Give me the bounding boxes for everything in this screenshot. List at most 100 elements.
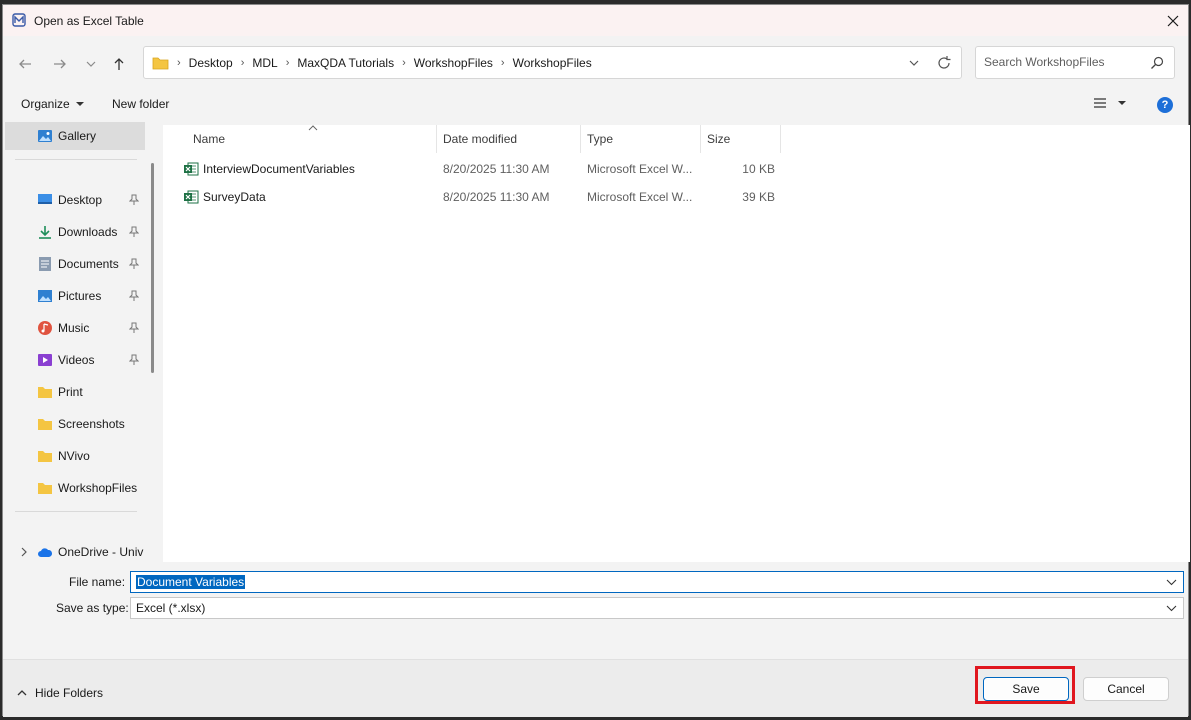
pin-icon[interactable] xyxy=(129,258,139,270)
search-icon[interactable] xyxy=(1150,56,1164,70)
nav-item-workshopfiles[interactable]: WorkshopFiles xyxy=(5,474,145,502)
nav-label: Desktop xyxy=(58,193,103,207)
file-date: 8/20/2025 11:30 AM xyxy=(443,162,550,176)
nav-scrollbar[interactable] xyxy=(151,163,154,373)
nav-item-print[interactable]: Print xyxy=(5,378,145,406)
desktop-icon xyxy=(37,192,53,208)
save-button-highlight xyxy=(975,666,1075,704)
recent-locations-button[interactable] xyxy=(80,53,102,75)
arrow-right-icon xyxy=(54,59,66,69)
close-icon xyxy=(1167,15,1179,26)
list-view-icon xyxy=(1094,98,1106,108)
column-label: Date modified xyxy=(443,132,518,146)
folder-icon xyxy=(37,416,53,432)
organize-label: Organize xyxy=(21,97,70,111)
chevron-down-icon[interactable] xyxy=(1166,577,1177,588)
organize-button[interactable]: Organize xyxy=(21,97,85,111)
column-divider[interactable] xyxy=(436,125,437,153)
save-type-value: Excel (*.xlsx) xyxy=(136,601,206,615)
chevron-down-icon[interactable] xyxy=(1166,603,1177,614)
maxqda-app-icon xyxy=(12,13,26,27)
forward-button[interactable] xyxy=(49,53,71,75)
nav-item-documents[interactable]: Documents xyxy=(5,250,145,278)
column-divider[interactable] xyxy=(780,125,781,153)
column-divider[interactable] xyxy=(580,125,581,153)
file-row[interactable]: InterviewDocumentVariables 8/20/2025 11:… xyxy=(179,156,789,182)
close-button[interactable] xyxy=(1158,5,1188,36)
nav-item-gallery[interactable]: Gallery xyxy=(5,122,145,150)
pin-icon[interactable] xyxy=(129,226,139,238)
nav-item-screenshots[interactable]: Screenshots xyxy=(5,410,145,438)
breadcrumb-item[interactable]: Desktop xyxy=(189,56,233,70)
file-list: Name Date modified Type Size InterviewDo… xyxy=(163,125,1190,562)
title-bar: Open as Excel Table xyxy=(3,5,1188,36)
up-button[interactable] xyxy=(108,53,130,75)
arrow-left-icon xyxy=(19,59,31,69)
pictures-icon xyxy=(37,288,53,304)
nav-label: OneDrive - Univ xyxy=(58,545,144,559)
column-divider[interactable] xyxy=(700,125,701,153)
file-row[interactable]: SurveyData 8/20/2025 11:30 AM Microsoft … xyxy=(179,184,789,210)
nav-label: Documents xyxy=(58,257,119,271)
column-header-type[interactable]: Type xyxy=(587,125,697,153)
breadcrumb-item[interactable]: WorkshopFiles xyxy=(513,56,592,70)
pin-icon[interactable] xyxy=(129,290,139,302)
nav-label: Screenshots xyxy=(58,417,125,431)
help-icon[interactable]: ? xyxy=(1157,97,1173,113)
chevron-down-icon xyxy=(86,61,96,67)
nav-item-onedrive[interactable]: OneDrive - Univ xyxy=(5,538,145,560)
documents-icon xyxy=(37,256,53,272)
file-type: Microsoft Excel W... xyxy=(587,162,693,176)
breadcrumb: › Desktop › MDL › MaxQDA Tutorials › Wor… xyxy=(169,56,592,70)
address-bar[interactable]: › Desktop › MDL › MaxQDA Tutorials › Wor… xyxy=(143,46,962,79)
file-size: 39 KB xyxy=(742,190,775,204)
new-folder-label: New folder xyxy=(112,97,170,111)
breadcrumb-item[interactable]: MaxQDA Tutorials xyxy=(297,56,394,70)
cancel-label: Cancel xyxy=(1107,682,1145,696)
folder-icon xyxy=(37,480,53,496)
refresh-icon[interactable] xyxy=(936,55,952,71)
column-label: Size xyxy=(707,132,731,146)
caret-down-icon xyxy=(1118,101,1126,105)
folder-icon xyxy=(152,57,169,69)
window-title: Open as Excel Table xyxy=(34,14,144,28)
pin-icon[interactable] xyxy=(129,322,139,334)
arrow-up-icon xyxy=(114,58,124,70)
file-name: SurveyData xyxy=(203,190,266,204)
breadcrumb-item[interactable]: MDL xyxy=(252,56,277,70)
column-header-size[interactable]: Size xyxy=(707,125,777,153)
view-options-button[interactable] xyxy=(1093,97,1127,109)
pin-icon[interactable] xyxy=(129,354,139,366)
pin-icon[interactable] xyxy=(129,194,139,206)
nav-item-music[interactable]: Music xyxy=(5,314,145,342)
nav-item-desktop[interactable]: Desktop xyxy=(5,186,145,214)
nav-label: Gallery xyxy=(58,129,97,143)
save-type-select[interactable]: Excel (*.xlsx) xyxy=(130,597,1184,619)
chevron-right-icon[interactable] xyxy=(19,547,29,557)
chevron-right-icon: › xyxy=(500,56,505,69)
search-input[interactable] xyxy=(984,55,1144,69)
column-label: Type xyxy=(587,132,614,146)
file-name: InterviewDocumentVariables xyxy=(203,162,355,176)
nav-item-downloads[interactable]: Downloads xyxy=(5,218,145,246)
column-header-date[interactable]: Date modified xyxy=(443,125,583,153)
chevron-right-icon: › xyxy=(402,56,406,69)
nav-label: Videos xyxy=(58,353,95,367)
hide-folders-button[interactable]: Hide Folders xyxy=(17,686,103,700)
nav-label: Pictures xyxy=(58,289,102,303)
chevron-right-icon: › xyxy=(177,56,181,69)
breadcrumb-item[interactable]: WorkshopFiles xyxy=(414,56,493,70)
nav-item-videos[interactable]: Videos xyxy=(5,346,145,374)
cancel-button[interactable]: Cancel xyxy=(1083,677,1169,701)
nav-item-nvivo[interactable]: NVivo xyxy=(5,442,145,470)
divider xyxy=(15,159,137,160)
file-name-field[interactable]: Document Variables xyxy=(130,571,1184,593)
file-name-value[interactable]: Document Variables xyxy=(136,575,246,589)
nav-label: Music xyxy=(58,321,90,335)
nav-item-pictures[interactable]: Pictures xyxy=(5,282,145,310)
nav-label: NVivo xyxy=(58,449,90,463)
chevron-down-icon[interactable] xyxy=(907,56,921,70)
new-folder-button[interactable]: New folder xyxy=(112,97,169,111)
back-button[interactable] xyxy=(14,53,36,75)
folder-icon xyxy=(37,384,53,400)
